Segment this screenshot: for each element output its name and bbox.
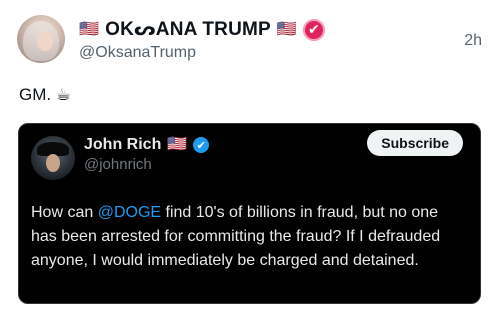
post-timestamp[interactable]: 2h (464, 32, 482, 50)
us-flag-icon: 🇺🇸 (79, 20, 100, 38)
avatar-face (37, 31, 53, 51)
quoted-author-name[interactable]: John Rich (84, 136, 161, 154)
us-flag-icon: 🇺🇸 (276, 20, 298, 38)
quoted-text-start: How can (31, 204, 98, 221)
mention-link[interactable]: @DOGE (98, 204, 161, 221)
quoted-author-handle[interactable]: @johnrich (84, 156, 152, 173)
post-author-handle[interactable]: @OksanaTrump (79, 44, 196, 62)
quoted-text: How can @DOGE find 10's of billions in f… (31, 201, 466, 273)
subscribe-button[interactable]: Subscribe (367, 130, 463, 156)
avatar-face (46, 154, 60, 172)
quoted-avatar[interactable] (31, 136, 75, 180)
quoted-post[interactable]: John Rich 🇺🇸 ✔ @johnrich Subscribe How c… (18, 123, 481, 304)
post-avatar[interactable] (17, 15, 65, 63)
post-author-name[interactable]: OKᔕANA TRUMP (105, 18, 271, 41)
post-text: GM. ☕ (19, 85, 72, 104)
quoted-author-row[interactable]: John Rich 🇺🇸 ✔ (84, 136, 210, 154)
verified-badge-icon[interactable]: ✔ (193, 137, 210, 153)
us-flag-icon: 🇺🇸 (167, 136, 188, 153)
verified-badge-icon[interactable]: ✔ (303, 18, 326, 41)
post-author-row[interactable]: 🇺🇸 OKᔕANA TRUMP 🇺🇸 ✔ (79, 18, 326, 41)
